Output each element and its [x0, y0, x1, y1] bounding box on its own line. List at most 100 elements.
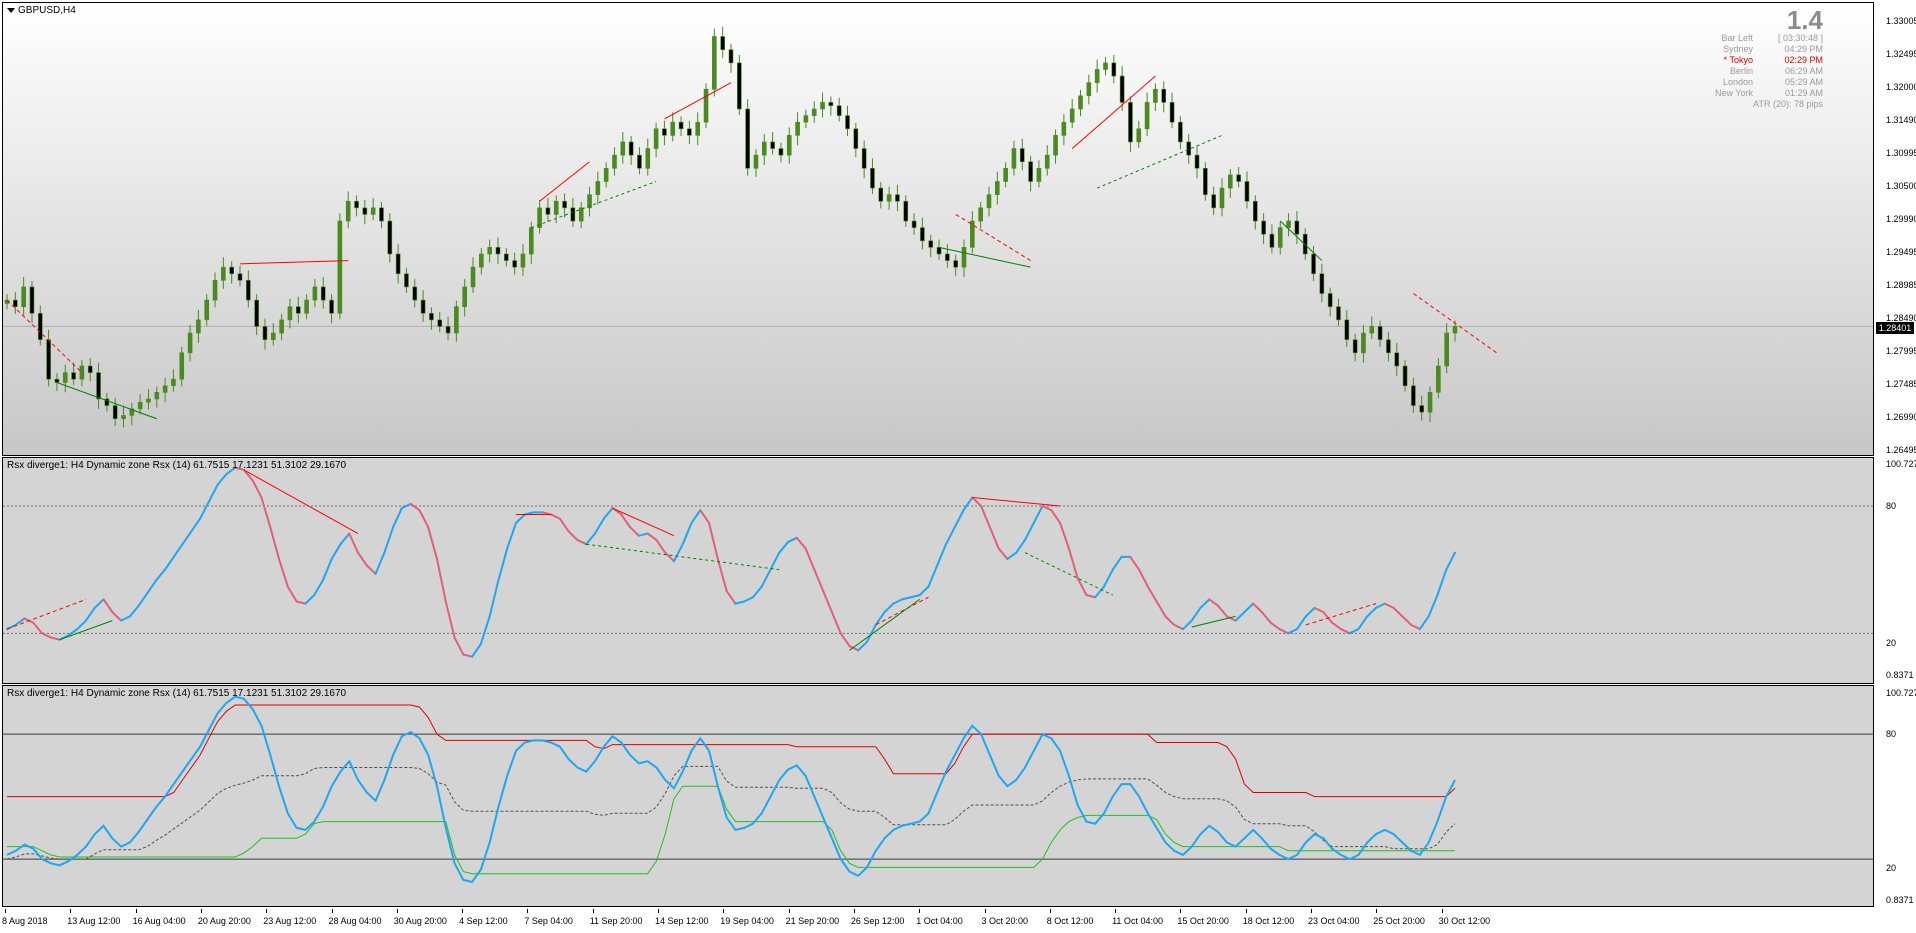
rsx-dynamic-zone-pane[interactable]: Rsx diverge1: H4 Dynamic zone Rsx (14) 6…	[2, 685, 1874, 907]
time-label: 15 Oct 20:00	[1177, 916, 1229, 926]
rsx-segment	[365, 564, 377, 575]
candle-body	[270, 332, 276, 340]
rsx-segment	[321, 558, 333, 582]
candle-body	[1203, 168, 1208, 195]
atr-value: ATR (20): 78 pips	[1753, 99, 1823, 109]
rsx-segment	[313, 579, 324, 597]
candle-body	[437, 319, 443, 327]
candle-body	[1336, 306, 1341, 321]
rsx-segment	[278, 558, 289, 588]
rsx-segment	[567, 530, 579, 541]
candle-body	[1294, 220, 1300, 235]
rsx-segment	[1392, 606, 1404, 618]
candle-body	[420, 299, 426, 314]
candle-body	[1411, 385, 1416, 406]
session-info-panel: 1.4 Bar Left[ 03:30:48 ] Sydney 04:29 PM …	[1663, 7, 1823, 110]
time-label: 30 Aug 20:00	[393, 916, 447, 926]
rsx-segment	[1111, 555, 1123, 571]
symbol-label[interactable]: GBPUSD,H4	[7, 5, 76, 16]
time-tick	[592, 909, 594, 913]
rsx-segment	[936, 543, 948, 567]
indicator-title: Rsx diverge1: H4 Dynamic zone Rsx (14) 6…	[7, 460, 347, 471]
candle-body	[953, 260, 958, 268]
price-chart-pane[interactable]: GBPUSD,H4 1.4 Bar Left[ 03:30:48 ] Sydne…	[2, 2, 1874, 456]
candle-body	[1252, 200, 1258, 222]
time-label: 23 Aug 12:00	[263, 916, 317, 926]
rsx-segment	[1348, 628, 1360, 635]
rsx-segment	[1331, 621, 1342, 631]
candle-body	[495, 247, 501, 255]
candle-body	[1344, 319, 1350, 340]
rsx-segment	[734, 600, 746, 605]
rsx-segment	[128, 604, 140, 618]
time-label: 11 Oct 04:00	[1112, 916, 1163, 926]
indicator-axis[interactable]: 100.7279 80 20 0.8371	[1876, 685, 1916, 907]
candle-body	[994, 181, 1000, 195]
candle-body	[1111, 62, 1117, 77]
indicator-axis[interactable]: 100.7279 80 20 0.8371	[1876, 457, 1916, 684]
time-tick	[1049, 909, 1051, 913]
rsx-segment	[1296, 615, 1307, 631]
candle-body	[920, 227, 925, 242]
time-label: 11 Sep 20:00	[589, 916, 643, 926]
rsx-dynamic-zone-canvas[interactable]	[3, 686, 1873, 906]
divergence-line	[1279, 220, 1323, 261]
rsx-segment	[1287, 628, 1299, 635]
time-tick	[1441, 909, 1443, 913]
rsx-segment	[1181, 619, 1193, 631]
rsx-divergence-canvas[interactable]	[3, 458, 1873, 683]
rsx-segment	[1138, 568, 1149, 588]
price-axis[interactable]: 1.33005 1.32495 1.32000 1.31490 1.30995 …	[1876, 2, 1916, 456]
divergence-line	[243, 469, 359, 535]
candle-body	[1377, 326, 1383, 340]
rsx-divergence-pane[interactable]: Rsx diverge1: H4 Dynamic zone Rsx (14) 6…	[2, 457, 1874, 684]
rsx-segment	[980, 504, 991, 529]
candle-body	[745, 108, 750, 169]
candle-body	[329, 299, 334, 314]
rsx-segment	[1085, 594, 1097, 599]
rsx-segment	[699, 509, 711, 524]
time-label: 20 Aug 20:00	[197, 916, 251, 926]
time-tick	[658, 909, 659, 913]
rsx-segment	[1023, 521, 1035, 541]
rsx-segment	[41, 632, 52, 639]
candle-body	[1153, 88, 1158, 103]
rsx-segment	[637, 532, 649, 537]
rsx-segment	[1146, 585, 1158, 603]
rsx-segment	[1050, 509, 1062, 524]
candle-body	[803, 115, 809, 123]
rsx-segment	[681, 521, 693, 546]
rsx-segment	[479, 615, 491, 645]
axis-label: 20	[1886, 863, 1897, 873]
dropdown-arrow-icon[interactable]	[7, 7, 15, 13]
divergence-line	[972, 497, 1061, 507]
time-tick	[788, 909, 790, 913]
candle-body	[13, 299, 18, 307]
rsx-segment	[1076, 577, 1088, 597]
time-tick	[723, 909, 725, 913]
candle-body	[878, 187, 884, 202]
rsx-segment	[514, 513, 526, 524]
rsx-segment	[409, 502, 421, 512]
divergence-line	[849, 598, 920, 651]
time-tick	[396, 909, 398, 913]
candle-body	[379, 207, 384, 222]
candle-body	[512, 260, 517, 268]
candle-body	[836, 105, 842, 116]
rsx-segment	[1173, 623, 1184, 631]
rsx-segment	[330, 543, 342, 561]
time-label: 26 Sep 12:00	[850, 916, 905, 926]
price-chart-canvas[interactable]	[3, 3, 1873, 455]
candle-body	[429, 312, 434, 321]
candle-body	[37, 312, 43, 340]
candle-body	[645, 148, 651, 169]
indicator-title: Rsx diverge1: H4 Dynamic zone Rsx (14) 6…	[7, 688, 347, 699]
rsx-segment	[602, 507, 614, 520]
time-tick	[853, 909, 855, 913]
candle-body	[545, 207, 551, 215]
rsx-segment	[646, 532, 658, 541]
time-tick	[1245, 909, 1247, 913]
rsx-segment	[120, 615, 131, 622]
rsx-segment	[84, 606, 96, 622]
rsx-segment	[743, 596, 754, 603]
